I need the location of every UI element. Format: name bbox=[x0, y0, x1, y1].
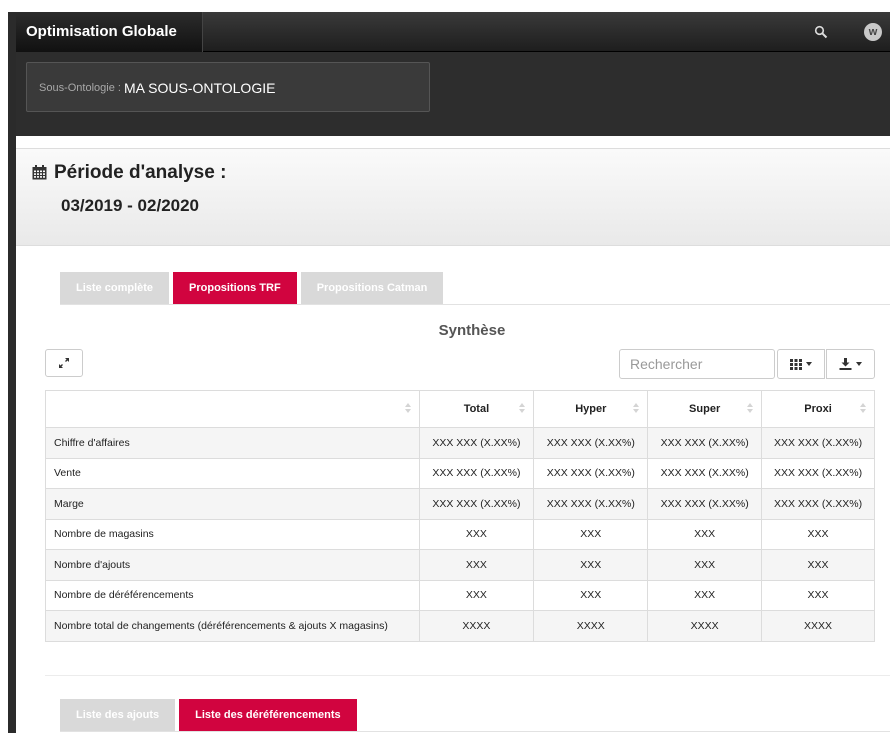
top-navbar: Optimisation Globale w bbox=[16, 12, 890, 52]
tabs-divider bbox=[60, 731, 890, 732]
expand-button[interactable] bbox=[45, 349, 83, 377]
table-row: Marge XXX XXX (X.XX%) XXX XXX (X.XX%) XX… bbox=[45, 488, 875, 520]
tab-propositions-trf[interactable]: Propositions TRF bbox=[173, 272, 297, 304]
ontology-selector[interactable]: Sous-Ontologie : MA SOUS-ONTOLOGIE bbox=[26, 62, 430, 112]
table-cell: XXX bbox=[647, 579, 763, 611]
ontology-band: Sous-Ontologie : MA SOUS-ONTOLOGIE bbox=[16, 52, 890, 136]
table-cell: XXX XXX (X.XX%) bbox=[533, 427, 649, 459]
ontology-value: MA SOUS-ONTOLOGIE bbox=[124, 80, 276, 96]
row-label: Nombre de magasins bbox=[45, 518, 420, 550]
left-border bbox=[8, 12, 16, 733]
table-cell: XXX bbox=[761, 549, 875, 581]
user-avatar[interactable]: w bbox=[861, 20, 885, 44]
tab-liste-complete[interactable]: Liste complète bbox=[60, 272, 170, 304]
column-header-total[interactable]: Total bbox=[418, 390, 535, 428]
period-range: 03/2019 - 02/2020 bbox=[61, 196, 200, 215]
table-cell: XXX XXX (X.XX%) bbox=[761, 488, 875, 520]
row-label: Vente bbox=[45, 457, 420, 489]
section-divider bbox=[45, 675, 890, 676]
sort-icon bbox=[860, 403, 866, 413]
calendar-icon bbox=[32, 165, 47, 180]
ontology-label: Sous-Ontologie : bbox=[39, 82, 121, 94]
row-label: Marge bbox=[45, 488, 420, 520]
top-strip bbox=[0, 0, 890, 12]
table-cell: XXX XXX (X.XX%) bbox=[647, 488, 763, 520]
row-label: Nombre de déréférencements bbox=[45, 579, 420, 611]
list-tabs: Liste des ajouts Liste des déréférenceme… bbox=[60, 697, 361, 731]
user-initial: w bbox=[864, 23, 882, 41]
table-row: Nombre d'ajouts XXX XXX XXX XXX bbox=[45, 549, 875, 581]
table-cell: XXX XXX (X.XX%) bbox=[533, 457, 649, 489]
table-row: Nombre de magasins XXX XXX XXX XXX bbox=[45, 518, 875, 550]
table-row: Vente XXX XXX (X.XX%) XXX XXX (X.XX%) XX… bbox=[45, 457, 875, 489]
synthese-table: Total Hyper Super Proxi Chiffre d'affair… bbox=[45, 390, 875, 642]
table-cell: XXXX bbox=[761, 610, 875, 642]
columns-button[interactable] bbox=[777, 349, 825, 379]
table-cell: XXX bbox=[418, 518, 535, 550]
table-cell: XXX bbox=[647, 549, 763, 581]
table-row: Nombre de déréférencements XXX XXX XXX X… bbox=[45, 579, 875, 611]
row-label: Nombre d'ajouts bbox=[45, 549, 420, 581]
column-header-hyper[interactable]: Hyper bbox=[533, 390, 649, 428]
search-icon[interactable] bbox=[809, 20, 833, 44]
chevron-down-icon bbox=[806, 362, 812, 366]
row-label: Nombre total de changements (déréférence… bbox=[45, 610, 420, 642]
sort-icon bbox=[404, 403, 411, 413]
period-header: Période d'analyse : 03/2019 - 02/2020 bbox=[16, 148, 890, 246]
expand-icon bbox=[59, 358, 69, 368]
table-cell: XXX XXX (X.XX%) bbox=[647, 457, 763, 489]
table-cell: XXX bbox=[647, 518, 763, 550]
table-row: Chiffre d'affaires XXX XXX (X.XX%) XXX X… bbox=[45, 427, 875, 459]
app-title[interactable]: Optimisation Globale bbox=[16, 12, 203, 52]
column-header-proxi[interactable]: Proxi bbox=[761, 390, 875, 428]
table-cell: XXX bbox=[418, 579, 535, 611]
table-cell: XXX bbox=[418, 549, 535, 581]
tab-propositions-catman[interactable]: Propositions Catman bbox=[300, 272, 444, 304]
download-icon bbox=[839, 358, 852, 370]
tab-liste-dereferencements[interactable]: Liste des déréférencements bbox=[179, 699, 357, 731]
table-cell: XXX XXX (X.XX%) bbox=[418, 488, 535, 520]
table-cell: XXX XXX (X.XX%) bbox=[418, 457, 535, 489]
search-input[interactable] bbox=[619, 349, 775, 379]
table-cell: XXXX bbox=[647, 610, 763, 642]
synthese-title: Synthèse bbox=[438, 322, 506, 339]
table-row: Nombre total de changements (déréférence… bbox=[45, 610, 875, 642]
table-cell: XXX bbox=[761, 518, 875, 550]
sort-icon bbox=[747, 403, 754, 413]
proposal-tabs: Liste complète Propositions TRF Proposit… bbox=[60, 270, 447, 304]
tabs-divider bbox=[60, 304, 890, 305]
table-cell: XXX XXX (X.XX%) bbox=[418, 427, 535, 459]
table-cell: XXX XXX (X.XX%) bbox=[533, 488, 649, 520]
table-cell: XXX bbox=[533, 518, 649, 550]
column-header-super[interactable]: Super bbox=[647, 390, 763, 428]
period-title: Période d'analyse : bbox=[54, 162, 227, 183]
table-header-row: Total Hyper Super Proxi bbox=[45, 390, 875, 428]
table-cell: XXX bbox=[533, 549, 649, 581]
row-label: Chiffre d'affaires bbox=[45, 427, 420, 459]
table-cell: XXX bbox=[533, 579, 649, 611]
table-cell: XXXX bbox=[418, 610, 535, 642]
table-cell: XXX XXX (X.XX%) bbox=[761, 457, 875, 489]
app-frame: Optimisation Globale w Sous-Ontologie : … bbox=[0, 0, 890, 733]
chevron-down-icon bbox=[856, 362, 862, 366]
sort-icon bbox=[519, 403, 526, 413]
tab-liste-ajouts[interactable]: Liste des ajouts bbox=[60, 699, 176, 731]
sort-icon bbox=[633, 403, 640, 413]
grid-icon bbox=[790, 358, 802, 370]
column-header-label[interactable] bbox=[45, 390, 420, 428]
export-button[interactable] bbox=[826, 349, 875, 379]
table-cell: XXX XXX (X.XX%) bbox=[647, 427, 763, 459]
table-cell: XXX XXX (X.XX%) bbox=[761, 427, 875, 459]
table-cell: XXXX bbox=[533, 610, 649, 642]
table-cell: XXX bbox=[761, 579, 875, 611]
